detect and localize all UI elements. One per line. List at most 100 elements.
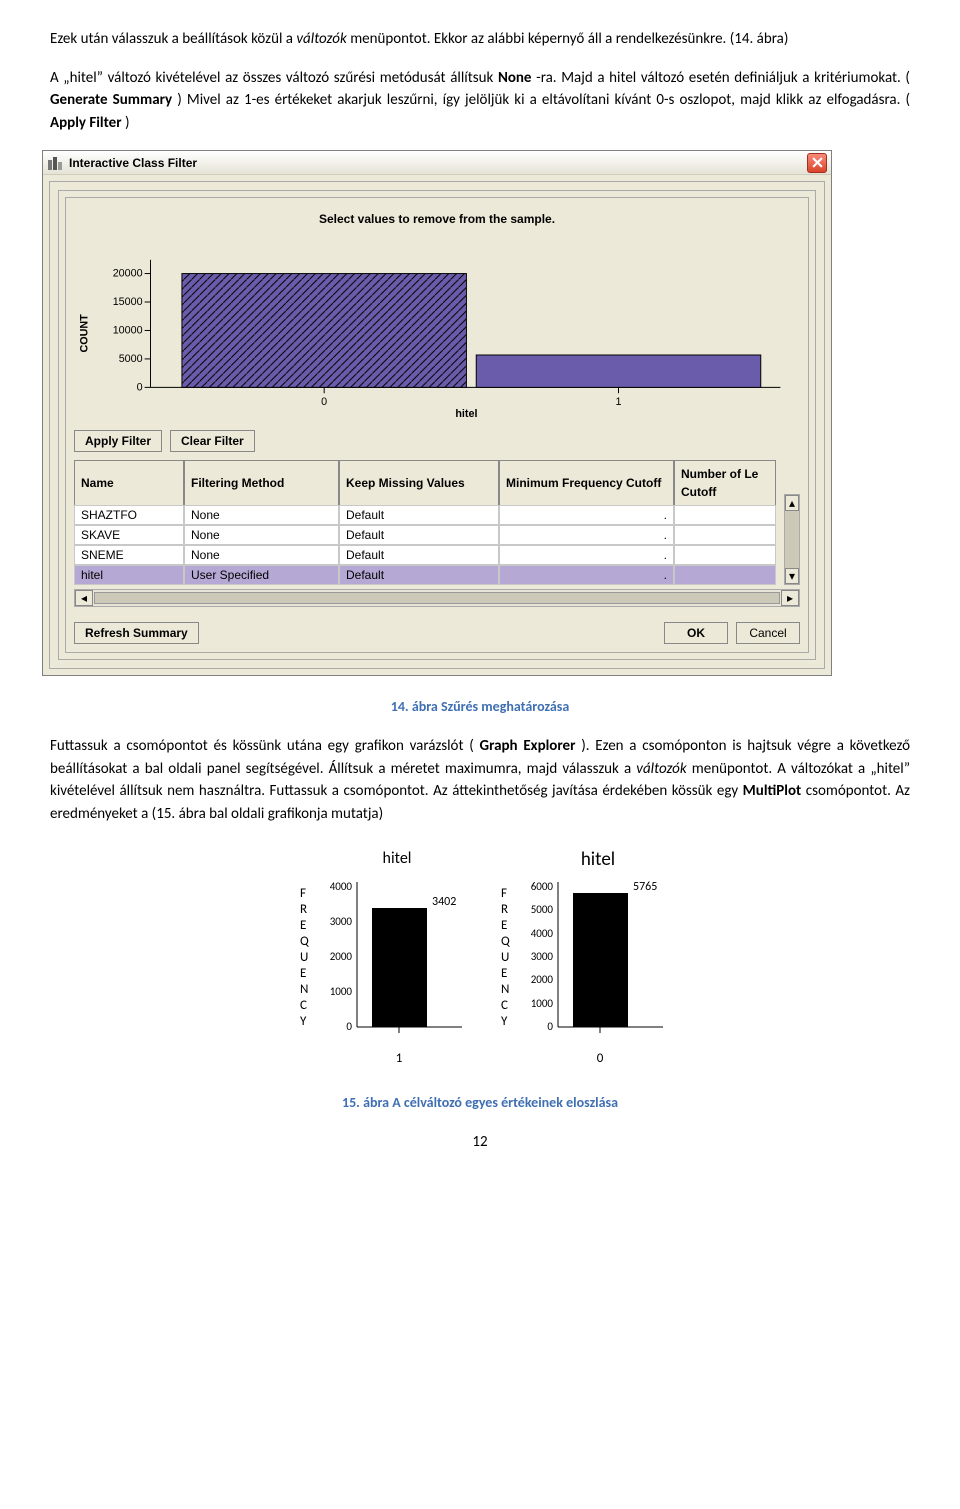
x-tick-0: 0	[321, 396, 327, 408]
filter-bar-chart[interactable]: COUNT 0 5000 10000 15000 20000	[74, 236, 800, 421]
svg-text:U: U	[501, 950, 509, 965]
vertical-scrollbar[interactable]: ▴ ▾	[784, 494, 800, 585]
text-bold: Graph Explorer	[480, 737, 576, 755]
horizontal-scrollbar[interactable]: ◂ ▸	[74, 589, 800, 607]
text: Ezek után válasszuk a beállítások közül …	[50, 30, 296, 48]
svg-text:3000: 3000	[330, 915, 353, 928]
svg-text:F: F	[501, 886, 507, 901]
svg-text:N: N	[501, 982, 509, 997]
page-number: 12	[50, 1131, 910, 1154]
filter-button-row: Apply Filter Clear Filter	[66, 423, 808, 460]
mini-yticks: 0 1000 2000 3000 4000 5000 6000	[531, 880, 554, 1033]
interactive-class-filter-dialog: Interactive Class Filter Select values t…	[42, 150, 832, 676]
text-italic: változók	[636, 760, 686, 778]
svg-text:N: N	[300, 982, 308, 997]
y-axis-label: COUNT	[79, 314, 91, 353]
text-bold: None	[498, 69, 532, 87]
svg-text:4000: 4000	[330, 880, 353, 893]
svg-text:15000: 15000	[113, 296, 143, 308]
app-icon	[47, 155, 63, 171]
paragraph-2: A „hitel” változó kivételével az összes …	[50, 67, 910, 135]
svg-text:Q: Q	[501, 934, 510, 949]
text: -ra. Majd a hitel változó esetén definiá…	[536, 69, 910, 87]
text: menüpontot. Ekkor az alábbi képernyő áll…	[350, 30, 788, 48]
svg-text:1000: 1000	[330, 985, 353, 998]
close-icon	[812, 157, 823, 168]
svg-text:2000: 2000	[330, 950, 353, 963]
svg-text:3000: 3000	[531, 950, 554, 963]
apply-filter-button[interactable]: Apply Filter	[74, 430, 162, 452]
svg-text:4000: 4000	[531, 927, 554, 940]
bottom-button-row: Refresh Summary OK Cancel	[66, 615, 808, 652]
svg-text:2000: 2000	[531, 973, 554, 986]
mini-chart-right: hitel FRE QUE NCY 0 1000 2000 3000 4000 …	[483, 847, 678, 1072]
bar-1[interactable]	[476, 355, 761, 387]
mini-chart-left: hitel FRE QUE NCY 0 1000 2000 3000 4000 …	[282, 847, 477, 1072]
svg-text:C: C	[300, 998, 307, 1013]
svg-text:1000: 1000	[531, 997, 554, 1010]
svg-text:Y: Y	[501, 1014, 508, 1029]
scroll-left-icon[interactable]: ◂	[75, 590, 93, 606]
text: Futtassuk a csomópontot és kössünk utána…	[50, 737, 474, 755]
col-keepmissing[interactable]: Keep Missing Values	[339, 460, 499, 506]
cancel-button[interactable]: Cancel	[736, 622, 800, 644]
svg-text:E: E	[501, 918, 507, 933]
chart-area: Select values to remove from the sample.…	[66, 198, 808, 423]
mini-yticks: 0 1000 2000 3000 4000	[330, 880, 353, 1033]
mini-bar	[573, 893, 628, 1027]
window-titlebar[interactable]: Interactive Class Filter	[43, 151, 831, 175]
mini-bar-label: 5765	[633, 880, 657, 894]
window-title: Interactive Class Filter	[69, 154, 807, 172]
table-row-selected[interactable]: hitel User Specified Default .	[74, 565, 776, 585]
figure-15-caption: 15. ábra A célváltozó egyes értékeinek e…	[50, 1092, 910, 1113]
svg-text:C: C	[501, 998, 508, 1013]
svg-text:E: E	[501, 966, 507, 981]
svg-text:0: 0	[137, 381, 143, 393]
text: )	[125, 114, 130, 132]
figure-15-charts: hitel FRE QUE NCY 0 1000 2000 3000 4000 …	[50, 847, 910, 1072]
text-bold: MultiPlot	[743, 782, 802, 800]
svg-text:E: E	[300, 918, 306, 933]
text-bold: Generate Summary	[50, 91, 172, 109]
svg-text:20000: 20000	[113, 268, 143, 280]
close-button[interactable]	[807, 153, 827, 173]
col-name[interactable]: Name	[74, 460, 184, 506]
col-minfreq[interactable]: Minimum Frequency Cutoff	[499, 460, 674, 506]
svg-text:E: E	[300, 966, 306, 981]
scroll-right-icon[interactable]: ▸	[781, 590, 799, 606]
paragraph-1: Ezek után válasszuk a beállítások közül …	[50, 28, 910, 51]
clear-filter-button[interactable]: Clear Filter	[170, 430, 255, 452]
svg-text:Q: Q	[300, 934, 309, 949]
table-row[interactable]: SHAZTFO None Default .	[74, 505, 776, 525]
chart-title: Select values to remove from the sample.	[74, 210, 800, 228]
svg-text:5000: 5000	[119, 353, 143, 365]
y-ticks: 0 5000 10000 15000 20000	[113, 268, 151, 394]
scroll-down-icon[interactable]: ▾	[785, 568, 799, 584]
x-axis-label: hitel	[455, 408, 477, 420]
col-filtering[interactable]: Filtering Method	[184, 460, 339, 506]
text: ) Mivel az 1-es értékeket akarjuk leszűr…	[177, 91, 910, 109]
refresh-summary-button[interactable]: Refresh Summary	[74, 622, 199, 644]
text-bold: Apply Filter	[50, 114, 122, 132]
mini-bar-label: 3402	[432, 895, 456, 909]
scroll-thumb[interactable]	[94, 592, 780, 604]
mini-ylabel: FRE QUE NCY	[501, 886, 510, 1029]
table-row[interactable]: SNEME None Default .	[74, 545, 776, 565]
mini-title: hitel	[581, 848, 615, 871]
scroll-track[interactable]	[785, 511, 799, 568]
svg-text:10000: 10000	[113, 324, 143, 336]
text-italic: változók	[296, 30, 346, 48]
table-header: Name Filtering Method Keep Missing Value…	[66, 460, 784, 506]
ok-button[interactable]: OK	[664, 622, 728, 644]
scroll-up-icon[interactable]: ▴	[785, 495, 799, 511]
svg-text:0: 0	[547, 1020, 553, 1033]
mini-title: hitel	[383, 849, 412, 868]
svg-text:5000: 5000	[531, 903, 554, 916]
svg-text:U: U	[300, 950, 308, 965]
svg-text:R: R	[300, 902, 307, 917]
svg-text:R: R	[501, 902, 508, 917]
bar-0[interactable]	[182, 274, 467, 388]
mini-xtick: 0	[597, 1051, 604, 1066]
col-numle[interactable]: Number of Le Cutoff	[674, 460, 776, 506]
table-row[interactable]: SKAVE None Default .	[74, 525, 776, 545]
